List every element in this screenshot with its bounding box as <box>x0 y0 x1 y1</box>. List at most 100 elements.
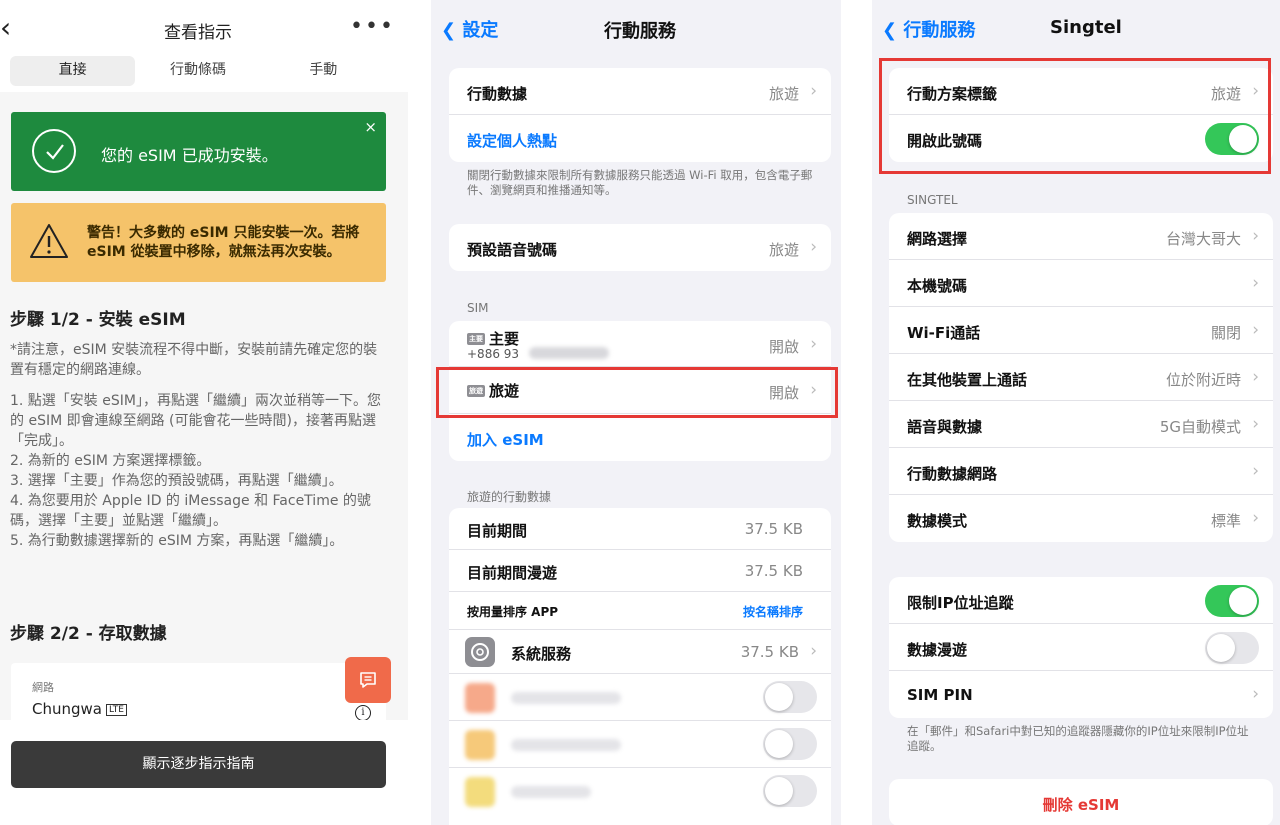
chevron-right-icon: › <box>1252 367 1259 387</box>
cellular-settings-panel: ❮ 設定 行動服務 行動數據 旅遊 › 設定個人熱點 關閉行動數據來限制所有數據… <box>431 0 841 825</box>
calls-other-devices-row[interactable]: 在其他裝置上通話 位於附近時 › <box>889 354 1273 401</box>
hotspot-row[interactable]: 設定個人熱點 <box>449 115 831 162</box>
chevron-right-icon: › <box>1252 508 1259 528</box>
step-item: 5. 為行動數據選擇新的 eSIM 方案，再點選「繼續」。 <box>10 533 344 549</box>
data-roaming-toggle[interactable] <box>1205 632 1259 664</box>
chevron-right-icon: › <box>1252 81 1259 101</box>
chevron-right-icon: › <box>1252 226 1259 246</box>
sort-by-name-link[interactable]: 按名稱排序 <box>743 603 803 620</box>
chat-button[interactable] <box>345 657 391 703</box>
warning-icon <box>30 224 68 258</box>
my-number-row[interactable]: 本機號碼 › <box>889 260 1273 307</box>
cellular-data-note: 關閉行動數據來限制所有數據服務只能透過 Wi-Fi 取用，包含電子郵件、瀏覽網頁… <box>467 168 813 197</box>
network-label: 網路 <box>32 681 54 694</box>
network-selection-row[interactable]: 網路選擇 台灣大哥大 › <box>889 213 1273 260</box>
voice-data-row[interactable]: 語音與數據 5G自動模式 › <box>889 401 1273 448</box>
singtel-settings-panel: ❮ 行動服務 Singtel 行動方案標籤 旅遊 › 開啟此號碼 SINGTEL… <box>872 0 1280 825</box>
install-note: *請注意，eSIM 安裝流程不得中斷，安裝前請先確定您的裝置有穩定的網路連線。 <box>10 342 378 378</box>
cellular-data-row[interactable]: 行動數據 旅遊 › <box>449 68 831 115</box>
default-voice-group: 預設語音號碼 旅遊 › <box>449 224 831 271</box>
app-icon <box>465 683 495 713</box>
singtel-section-header: SINGTEL <box>907 193 958 207</box>
instructions-header: ‹ 查看指示 ••• <box>0 0 408 56</box>
show-guide-button[interactable]: 顯示逐步指示指南 <box>11 741 386 788</box>
install-steps: 1. 點選「安裝 eSIM」，再點選「繼續」兩次並稍等一下。您的 eSIM 即會… <box>10 391 388 551</box>
privacy-group: 限制IP位址追蹤 數據漫遊 SIM PIN › <box>889 577 1273 718</box>
back-button[interactable]: ❮ 行動服務 <box>882 16 975 42</box>
instructions-body: 您的 eSIM 已成功安裝。 × 警告！大多數的 eSIM 只能安裝一次。若將 … <box>0 92 408 720</box>
chevron-left-icon: ❮ <box>441 20 463 41</box>
add-esim-row[interactable]: 加入 eSIM <box>449 414 831 461</box>
chevron-right-icon: › <box>1252 461 1259 481</box>
ip-tracking-note: 在「郵件」和Safari中對已知的追蹤器隱藏你的IP位址來限制IP位址追蹤。 <box>907 724 1249 753</box>
plan-label-row[interactable]: 行動方案標籤 旅遊 › <box>889 68 1273 115</box>
tab-manual[interactable]: 手動 <box>261 56 386 86</box>
step-item: 3. 選擇「主要」作為您的預設號碼，再點選「繼續」。 <box>10 473 343 489</box>
delete-esim-group: 刪除 eSIM <box>889 779 1273 825</box>
default-voice-row[interactable]: 預設語音號碼 旅遊 › <box>449 224 831 271</box>
wifi-calling-row[interactable]: Wi-Fi通話 關閉 › <box>889 307 1273 354</box>
step1-heading: 步驟 1/2 - 安裝 eSIM <box>10 310 186 330</box>
step-item: 4. 為您要用於 Apple ID 的 iMessage 和 FaceTime … <box>10 493 371 529</box>
more-icon[interactable]: ••• <box>350 14 395 39</box>
chevron-left-icon: ❮ <box>882 20 904 41</box>
turn-on-line-row: 開啟此號碼 <box>889 115 1273 162</box>
cellular-data-network-row[interactable]: 行動數據網路 › <box>889 448 1273 495</box>
app-data-toggle[interactable] <box>763 681 817 713</box>
app-icon <box>465 730 495 760</box>
network-value: Chungwa LTE <box>32 700 127 718</box>
sim-primary-row[interactable]: 主要 主要 +886 93 開啟 › <box>449 321 831 367</box>
close-icon[interactable]: × <box>364 118 377 136</box>
back-button[interactable]: ❮ 設定 <box>441 16 498 42</box>
app-icon <box>465 777 495 807</box>
app-row <box>449 768 831 815</box>
current-roaming-row: 目前期間漫遊 37.5 KB <box>449 550 831 592</box>
delete-esim-button[interactable]: 刪除 eSIM <box>889 794 1273 815</box>
page-title: 查看指示 <box>164 23 232 43</box>
sim-section-header: SIM <box>467 301 489 315</box>
delete-esim-row[interactable]: 刪除 eSIM <box>889 779 1273 825</box>
sim-badge: 旅遊 <box>467 385 485 397</box>
sim-travel-row[interactable]: 旅遊 旅遊 開啟 › <box>449 367 831 414</box>
app-data-toggle[interactable] <box>763 728 817 760</box>
checkmark-icon <box>32 129 76 173</box>
limit-ip-tracking-toggle[interactable] <box>1205 585 1259 617</box>
sim-badge: 主要 <box>467 333 485 345</box>
tab-qr-code[interactable]: 行動條碼 <box>135 56 260 86</box>
warning-banner: 警告！大多數的 eSIM 只能安裝一次。若將 eSIM 從裝置中移除，就無法再次… <box>11 203 386 282</box>
app-row <box>449 721 831 768</box>
navbar: ❮ 設定 行動服務 <box>431 0 841 56</box>
limit-ip-tracking-row: 限制IP位址追蹤 <box>889 577 1273 624</box>
app-row <box>449 674 831 721</box>
redacted-app-name <box>511 739 621 751</box>
data-roaming-row: 數據漫遊 <box>889 624 1273 671</box>
sim-number: +886 93 <box>467 347 520 361</box>
redacted-app-name <box>511 692 621 704</box>
data-mode-row[interactable]: 數據模式 標準 › <box>889 495 1273 542</box>
success-message: 您的 eSIM 已成功安裝。 <box>101 146 278 165</box>
system-services-row[interactable]: 系統服務 37.5 KB › <box>449 630 831 674</box>
chevron-right-icon: › <box>810 81 817 101</box>
success-banner: 您的 eSIM 已成功安裝。 × <box>11 112 386 191</box>
install-method-tabs: 直接 行動條碼 手動 <box>10 56 386 86</box>
app-data-toggle[interactable] <box>763 775 817 807</box>
step-item: 1. 點選「安裝 eSIM」，再點選「繼續」兩次並稍等一下。您的 eSIM 即會… <box>10 393 381 449</box>
page-title: Singtel <box>1050 17 1122 38</box>
chat-icon <box>360 672 376 688</box>
chevron-right-icon: › <box>1252 273 1259 293</box>
page-title: 行動服務 <box>604 21 676 42</box>
esim-instructions-panel: ‹ 查看指示 ••• 直接 行動條碼 手動 您的 eSIM 已成功安裝。 × 警… <box>0 0 408 825</box>
current-period-row: 目前期間 37.5 KB <box>449 508 831 550</box>
chevron-right-icon: › <box>810 237 817 257</box>
redacted-number <box>529 347 609 359</box>
turn-on-line-toggle[interactable] <box>1205 123 1259 155</box>
tab-direct[interactable]: 直接 <box>10 56 136 86</box>
sim-pin-row[interactable]: SIM PIN › <box>889 671 1273 718</box>
network-card: 網路 Chungwa LTE i <box>11 663 386 720</box>
info-icon[interactable]: i <box>355 705 371 720</box>
chevron-right-icon: › <box>810 380 817 400</box>
gear-icon <box>465 637 495 667</box>
step-item: 2. 為新的 eSIM 方案選擇標籤。 <box>10 453 211 469</box>
chevron-right-icon: › <box>810 641 817 661</box>
chevron-right-icon: › <box>810 334 817 354</box>
